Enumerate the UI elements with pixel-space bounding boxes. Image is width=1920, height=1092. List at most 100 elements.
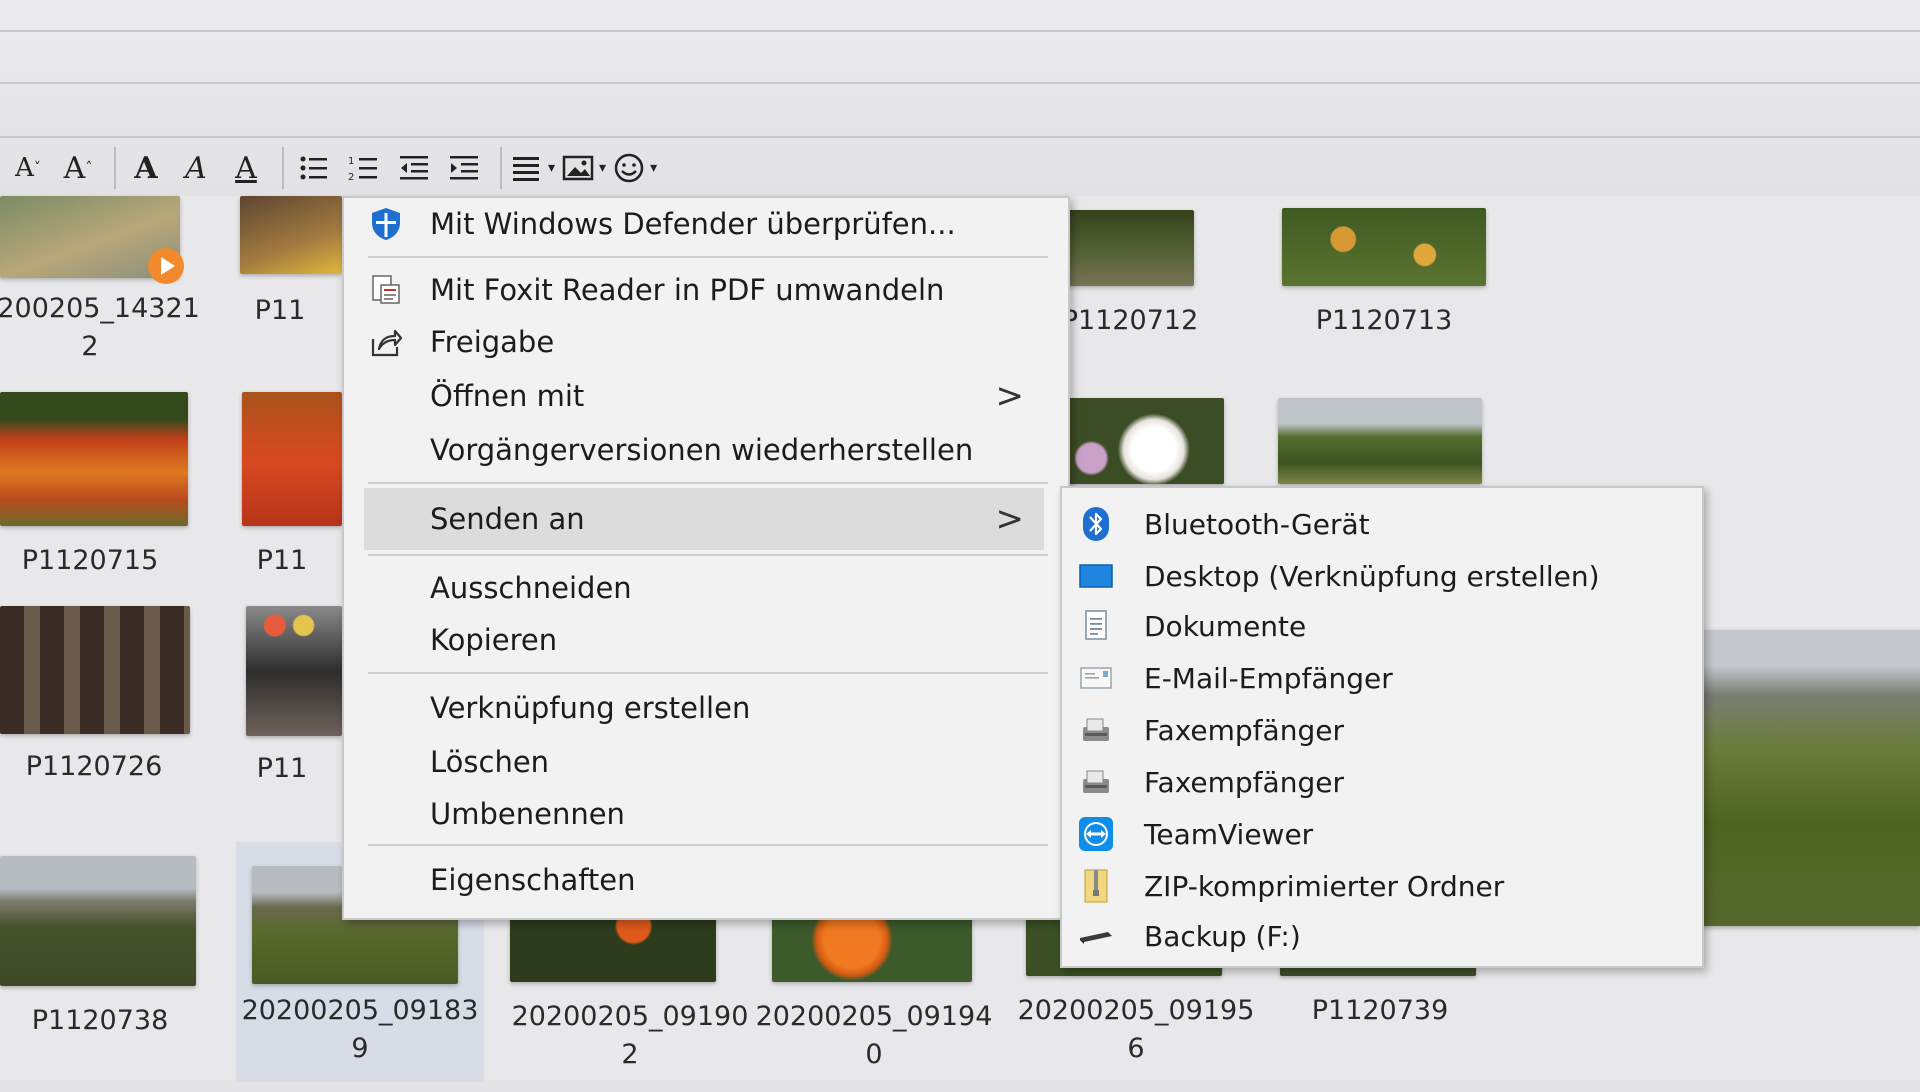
send-to-bluetooth[interactable]: Bluetooth-Gerät	[1074, 500, 1684, 548]
send-to-backup-drive[interactable]: Backup (F:)	[1074, 912, 1684, 960]
chrome-divider	[0, 30, 1920, 32]
menu-item-delete[interactable]: Löschen	[364, 736, 1044, 788]
submenu-item-label: Backup (F:)	[1144, 919, 1301, 953]
photo-thumbnail	[0, 392, 188, 526]
toolbar-separator	[500, 147, 502, 189]
svg-text:2: 2	[348, 172, 354, 183]
desktop-icon	[1074, 556, 1118, 596]
toolbar-separator	[114, 147, 116, 189]
fax-icon	[1074, 710, 1118, 750]
italic-icon[interactable]: A	[174, 146, 218, 190]
send-to-submenu: Bluetooth-Gerät Desktop (Verknüpfung ers…	[1060, 486, 1704, 968]
numbered-list-icon[interactable]: 12	[342, 146, 386, 190]
file-name: 20200205_09195 6	[1017, 995, 1255, 1064]
file-name: P1120738	[31, 1005, 169, 1036]
submenu-item-label: ZIP-komprimierter Ordner	[1144, 869, 1505, 903]
photo-thumbnail	[772, 912, 972, 982]
align-icon[interactable]: ▾	[510, 146, 555, 190]
photo-thumbnail	[1068, 398, 1224, 484]
chevron-right-icon: >	[995, 499, 1025, 539]
chrome-divider	[0, 136, 1920, 138]
teamviewer-icon	[1074, 814, 1118, 854]
file-tile[interactable]: P1120713	[1282, 208, 1492, 348]
send-to-documents[interactable]: Dokumente	[1074, 602, 1684, 650]
file-tile[interactable]	[1068, 398, 1278, 484]
submenu-item-label: Faxempfänger	[1144, 713, 1344, 747]
file-tile[interactable]: 20200205_09190 2	[510, 912, 748, 1092]
bluetooth-icon	[1074, 504, 1118, 544]
file-tile[interactable]: 20200205_09194 0	[756, 912, 992, 1092]
menu-item-label: Eigenschaften	[430, 863, 636, 897]
photo-thumbnail	[246, 606, 342, 736]
menu-item-rename[interactable]: Umbenennen	[364, 788, 1044, 840]
svg-text:1: 1	[348, 156, 354, 167]
bullet-list-icon[interactable]	[292, 146, 336, 190]
menu-separator	[368, 672, 1048, 674]
file-name: 20200205_09183 9	[241, 995, 479, 1064]
send-to-teamviewer[interactable]: TeamViewer	[1074, 810, 1684, 858]
fax-icon	[1074, 762, 1118, 802]
photo-thumbnail	[0, 856, 196, 986]
menu-item-foxit-pdf[interactable]: Mit Foxit Reader in PDF umwandeln	[364, 264, 1044, 316]
drive-icon	[1074, 916, 1118, 956]
font-size-decrease-icon[interactable]: A ˅	[6, 146, 50, 190]
file-name: 20200205_09190 2	[511, 1001, 749, 1070]
menu-separator	[368, 482, 1048, 484]
play-icon	[148, 248, 184, 284]
photo-thumbnail	[0, 606, 190, 734]
underline-color-icon[interactable]: A	[224, 146, 268, 190]
file-tile[interactable]: P1120712	[1062, 210, 1278, 350]
menu-item-label: Ausschneiden	[430, 571, 632, 605]
menu-separator	[368, 554, 1048, 556]
send-to-fax-recipient[interactable]: Faxempfänger	[1074, 758, 1684, 806]
menu-item-label: Kopieren	[430, 623, 558, 657]
documents-icon	[1074, 606, 1118, 646]
menu-item-label: Umbenennen	[430, 797, 625, 831]
submenu-item-label: Desktop (Verknüpfung erstellen)	[1144, 559, 1600, 593]
large-photo-preview	[1690, 630, 1920, 926]
send-to-mail-recipient[interactable]: E-Mail-Empfänger	[1074, 654, 1684, 702]
menu-item-label: Öffnen mit	[430, 379, 585, 413]
chevron-down-icon: ▾	[650, 160, 658, 176]
menu-item-open-with[interactable]: Öffnen mit >	[364, 370, 1044, 422]
file-name: 20200205_09194 0	[755, 1001, 993, 1070]
file-tile[interactable]: P1120738	[0, 856, 210, 1076]
formatting-toolbar: A ˅ A ˄ A A A 12 ▾ ▾ ▾	[0, 140, 1920, 196]
send-to-fax-recipient[interactable]: Faxempfänger	[1074, 706, 1684, 754]
send-to-desktop[interactable]: Desktop (Verknüpfung erstellen)	[1074, 552, 1684, 600]
file-tile[interactable]	[1278, 398, 1488, 484]
indent-icon[interactable]	[442, 146, 486, 190]
menu-item-label: Freigabe	[430, 325, 555, 359]
mail-icon	[1074, 658, 1118, 698]
menu-item-windows-defender[interactable]: Mit Windows Defender überprüfen...	[364, 198, 1044, 250]
file-name: P1120713	[1315, 305, 1453, 336]
menu-item-create-shortcut[interactable]: Verknüpfung erstellen	[364, 682, 1044, 734]
pdf-convert-icon	[364, 270, 408, 310]
menu-item-restore-previous[interactable]: Vorgängerversionen wiederherstellen	[364, 424, 1044, 476]
submenu-item-label: Faxempfänger	[1144, 765, 1344, 799]
menu-separator	[368, 844, 1048, 846]
photo-thumbnail	[240, 196, 342, 274]
menu-item-label: Löschen	[430, 745, 550, 779]
menu-item-copy[interactable]: Kopieren	[364, 614, 1044, 666]
menu-separator	[368, 256, 1048, 258]
chevron-right-icon: >	[995, 376, 1025, 416]
font-size-increase-icon[interactable]: A ˄	[56, 146, 100, 190]
menu-item-label: Mit Foxit Reader in PDF umwandeln	[430, 273, 945, 307]
file-tile[interactable]: 0200205_14321 2	[0, 196, 210, 376]
context-menu: Mit Windows Defender überprüfen... Mit F…	[342, 196, 1070, 920]
submenu-item-label: TeamViewer	[1144, 817, 1314, 851]
outdent-icon[interactable]	[392, 146, 436, 190]
share-icon	[364, 322, 408, 362]
bold-icon[interactable]: A	[124, 146, 168, 190]
menu-item-properties[interactable]: Eigenschaften	[364, 854, 1044, 906]
submenu-item-label: E-Mail-Empfänger	[1144, 661, 1393, 695]
menu-item-share[interactable]: Freigabe	[364, 316, 1044, 368]
emoji-icon[interactable]: ▾	[612, 146, 657, 190]
send-to-zip-folder[interactable]: ZIP-komprimierter Ordner	[1074, 862, 1684, 910]
chevron-down-icon: ▾	[599, 160, 607, 176]
menu-item-cut[interactable]: Ausschneiden	[364, 562, 1044, 614]
menu-item-send-to[interactable]: Senden an >	[364, 488, 1044, 550]
menu-item-label: Mit Windows Defender überprüfen...	[430, 207, 956, 241]
insert-image-icon[interactable]: ▾	[561, 146, 606, 190]
